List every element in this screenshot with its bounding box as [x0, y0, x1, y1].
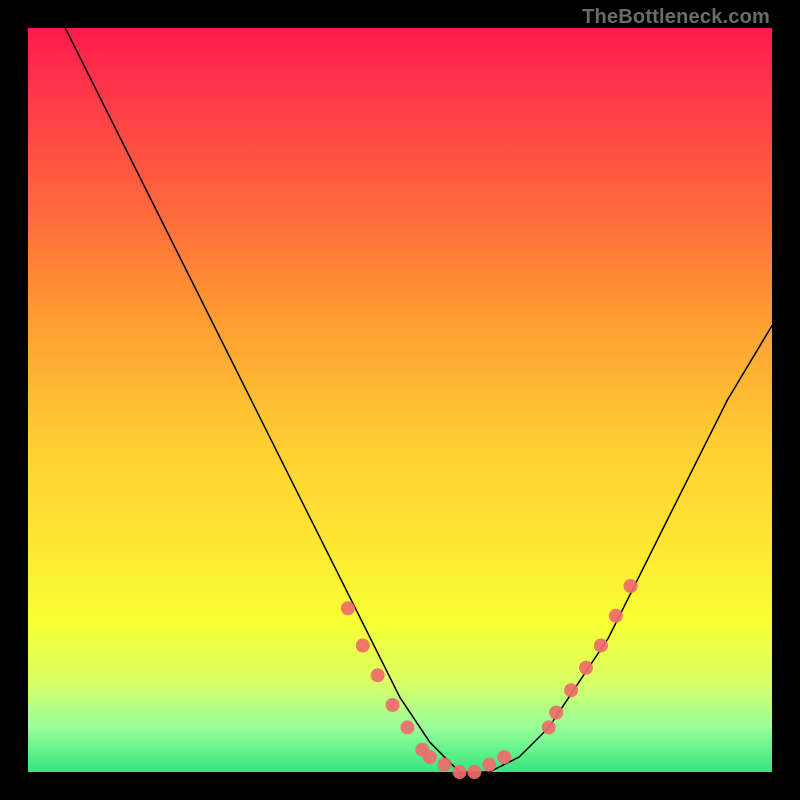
data-dot	[341, 601, 355, 615]
data-dot	[438, 758, 452, 772]
data-dot	[579, 661, 593, 675]
bottleneck-plot	[28, 28, 772, 772]
data-dot	[400, 720, 414, 734]
bottleneck-curve	[65, 28, 772, 772]
dot-cluster-left	[341, 601, 511, 779]
data-dot	[356, 639, 370, 653]
data-dot	[497, 750, 511, 764]
data-dot	[549, 706, 563, 720]
data-dot	[564, 683, 578, 697]
data-dot	[467, 765, 481, 779]
chart-frame	[28, 28, 772, 772]
data-dot	[482, 758, 496, 772]
dot-cluster-right	[542, 579, 638, 734]
data-dot	[386, 698, 400, 712]
data-dot	[423, 750, 437, 764]
data-dot	[594, 639, 608, 653]
data-dot	[453, 765, 467, 779]
data-dot	[542, 720, 556, 734]
data-dot	[624, 579, 638, 593]
watermark-label: TheBottleneck.com	[582, 6, 770, 29]
data-dot	[371, 668, 385, 682]
data-dot	[609, 609, 623, 623]
